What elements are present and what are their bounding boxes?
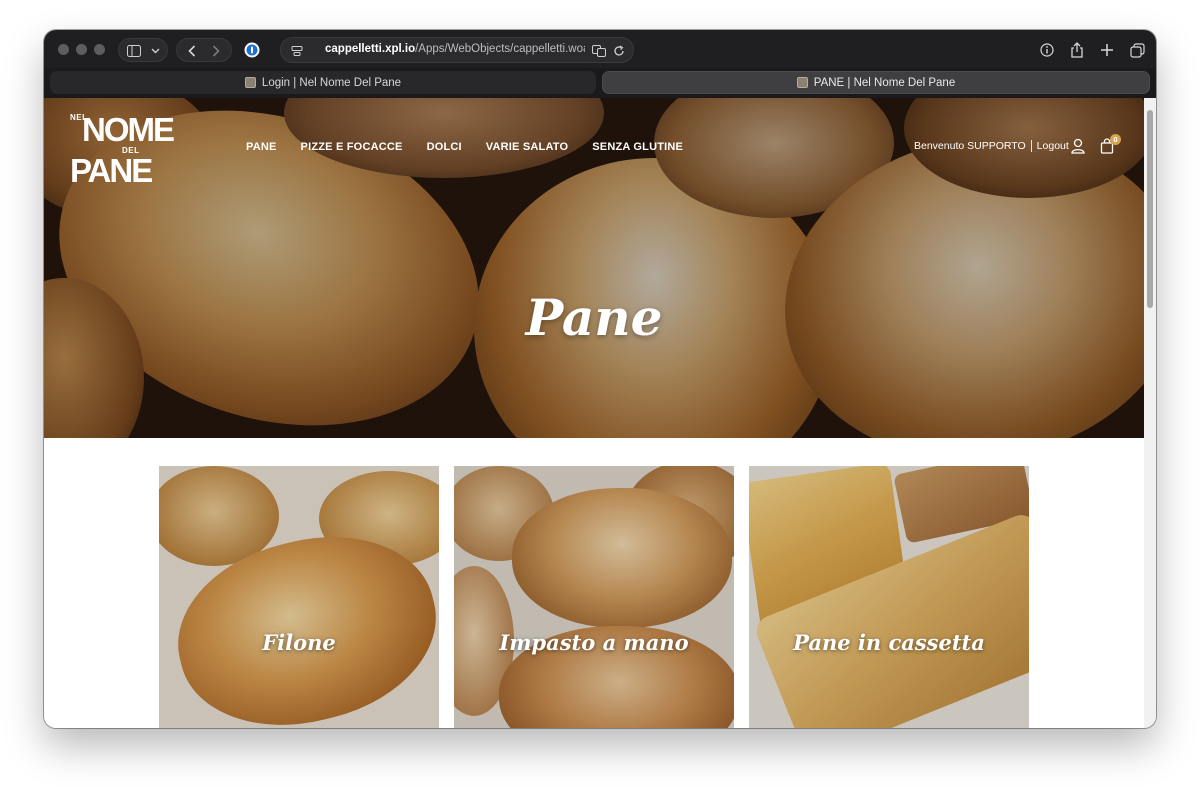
forward-button[interactable] (207, 39, 225, 63)
nav-item-pizze-focacce[interactable]: PIZZE E FOCACCE (301, 141, 403, 153)
tab-label: Login | Nel Nome Del Pane (261, 76, 402, 89)
sidebar-icon (125, 39, 143, 63)
cart-count-badge: 0 (1110, 134, 1121, 145)
nav-item-dolci[interactable]: DOLCI (427, 141, 462, 153)
user-account-icon[interactable] (1071, 138, 1087, 156)
category-card-pane-in-cassetta[interactable]: Pane in cassetta (749, 466, 1029, 728)
category-card-filone[interactable]: Filone (159, 466, 439, 728)
tab-overview-icon[interactable] (1128, 41, 1146, 59)
sidebar-toggle-button[interactable] (118, 38, 168, 62)
card-overlay (454, 466, 734, 728)
category-title: Impasto a mano (499, 630, 689, 655)
card-overlay (749, 466, 1029, 728)
chevron-down-icon (147, 39, 163, 63)
divider (1030, 140, 1032, 152)
share-icon[interactable] (1068, 41, 1086, 59)
hero-banner: NEL NOME DEL PANE PANE PIZZE E FOCACCE D… (44, 98, 1144, 438)
address-bar[interactable]: cappelletti.xpl.io/Apps/WebObjects/cappe… (280, 37, 634, 63)
tab-strip: Login | Nel Nome Del Pane PANE | Nel Nom… (44, 68, 1156, 98)
site-favicon-icon (244, 77, 256, 88)
toolbar-right-actions (1038, 38, 1146, 62)
browser-window: cappelletti.xpl.io/Apps/WebObjects/cappe… (44, 30, 1156, 728)
nav-item-pane[interactable]: PANE (246, 141, 277, 153)
user-area: Benvenuto SUPPORTO Logout (914, 140, 1069, 152)
page-title: Pane (525, 288, 663, 347)
reload-icon[interactable] (611, 39, 627, 63)
category-title: Filone (262, 630, 336, 655)
main-nav: PANE PIZZE E FOCACCE DOLCI VARIE SALATO … (246, 141, 683, 153)
password-manager-icon[interactable] (242, 38, 262, 62)
minimize-window-button[interactable] (76, 44, 87, 55)
tab-pane[interactable]: PANE | Nel Nome Del Pane (602, 71, 1150, 94)
browser-toolbar: cappelletti.xpl.io/Apps/WebObjects/cappe… (44, 30, 1156, 68)
nav-item-senza-glutine[interactable]: SENZA GLUTINE (592, 141, 683, 153)
info-icon[interactable] (1038, 41, 1056, 59)
site-favicon-icon (796, 77, 808, 88)
url-text: cappelletti.xpl.io/Apps/WebObjects/cappe… (325, 43, 585, 55)
new-tab-icon[interactable] (1098, 41, 1116, 59)
scrollbar-thumb[interactable] (1147, 110, 1153, 308)
category-card-impasto-a-mano[interactable]: Impasto a mano (454, 466, 734, 728)
logout-link[interactable]: Logout (1037, 140, 1069, 152)
category-grid: Filone Impasto a mano Pane in cassetta (159, 466, 1029, 728)
tab-label: PANE | Nel Nome Del Pane (813, 76, 956, 89)
card-overlay (159, 466, 439, 728)
page-settings-icon[interactable] (289, 39, 305, 63)
tab-login[interactable]: Login | Nel Nome Del Pane (50, 71, 596, 94)
category-title: Pane in cassetta (793, 630, 985, 655)
welcome-text: Benvenuto SUPPORTO (914, 140, 1026, 152)
nav-item-varie-salato[interactable]: VARIE SALATO (486, 141, 568, 153)
zoom-window-button[interactable] (94, 44, 105, 55)
back-button[interactable] (183, 39, 201, 63)
translate-icon[interactable] (591, 39, 607, 63)
page-viewport: NEL NOME DEL PANE PANE PIZZE E FOCACCE D… (44, 98, 1144, 728)
close-window-button[interactable] (58, 44, 69, 55)
site-logo[interactable]: NEL NOME DEL PANE (70, 110, 175, 190)
history-nav (176, 38, 232, 62)
